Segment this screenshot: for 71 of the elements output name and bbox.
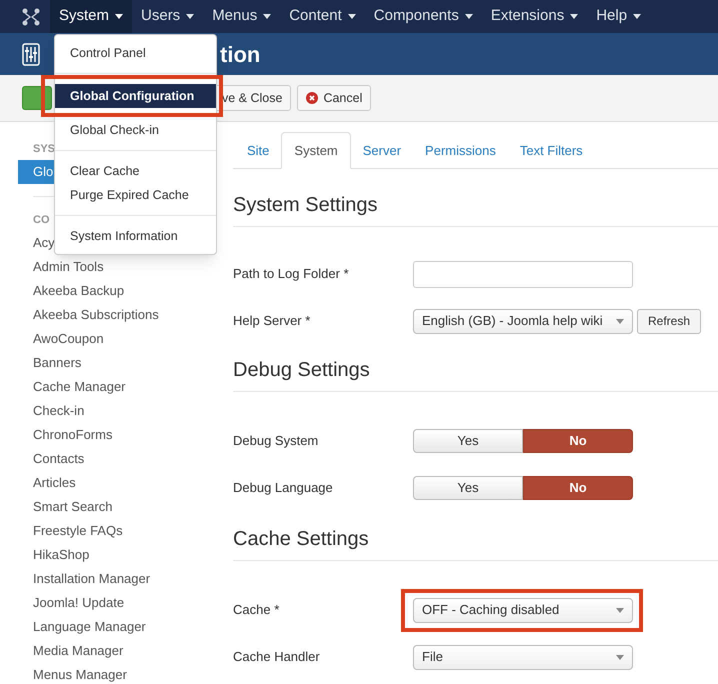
caret-icon <box>263 14 272 19</box>
select-field[interactable]: English (GB) - Joomla help wiki <box>413 308 633 334</box>
menu-item[interactable]: Help <box>587 0 650 33</box>
caret-icon <box>464 14 473 19</box>
dropdown-item[interactable]: Clear Cache <box>55 159 216 183</box>
menu-item[interactable]: Components <box>364 0 482 33</box>
sidebar-item[interactable]: Banners <box>18 351 96 375</box>
sidebar-item[interactable]: Installation Manager <box>18 567 166 591</box>
tab[interactable]: Server <box>350 132 414 169</box>
sidebar-item[interactable]: ChronoForms <box>18 423 128 447</box>
caret-icon <box>348 14 356 19</box>
menu-item[interactable]: System <box>50 0 132 33</box>
tab[interactable]: System <box>281 132 351 169</box>
cancel-button[interactable]: Cancel <box>297 85 372 111</box>
sidebar-item[interactable]: Articles <box>18 471 91 495</box>
section-heading: SYS <box>33 142 56 157</box>
caret-icon <box>633 14 642 19</box>
sidebar-item[interactable]: Contacts <box>18 447 100 471</box>
field-label: Debug Language <box>233 479 334 498</box>
caret-icon <box>186 14 194 19</box>
field-label: Help Server * <box>233 312 312 330</box>
sidebar-item[interactable]: Freestyle FAQs <box>18 519 138 543</box>
toggle-option[interactable]: No <box>523 476 633 500</box>
menu-item[interactable]: Menus <box>203 0 280 33</box>
field-label: Path to Log Folder * <box>233 265 350 284</box>
sliders-icon <box>22 42 40 66</box>
sidebar-item[interactable]: Menus Manager <box>18 663 142 684</box>
input-field[interactable] <box>413 260 633 288</box>
select-field[interactable]: OFF - Caching disabled <box>413 598 633 622</box>
logo-icon[interactable] <box>22 8 40 26</box>
toggle-option[interactable]: Yes <box>413 429 523 453</box>
tab[interactable]: Permissions <box>413 132 508 169</box>
caret-icon <box>115 14 124 19</box>
sidebar-item[interactable]: Check-in <box>18 399 100 423</box>
tab[interactable]: Site <box>235 132 282 169</box>
cancel-icon <box>306 92 318 104</box>
dropdown-item[interactable]: Purge Expired Cache <box>55 183 216 207</box>
field-label: Cache * <box>233 601 280 620</box>
section-title: System Settings <box>233 190 718 227</box>
sidebar-item[interactable]: HikaShop <box>18 543 104 567</box>
sidebar-item[interactable]: Media Manager <box>18 639 138 663</box>
refresh-button[interactable]: Refresh <box>637 308 702 334</box>
dropdown-arrow-icon <box>616 654 624 660</box>
section-title: Cache Settings <box>233 524 718 561</box>
menu-item[interactable]: Extensions <box>482 0 588 33</box>
section-heading: CO <box>33 212 50 228</box>
sidebar-item[interactable]: Smart Search <box>18 495 128 519</box>
field-label: Cache Handler <box>233 648 321 666</box>
tab[interactable]: Text Filters <box>508 132 595 169</box>
sidebar-item[interactable]: Language Manager <box>18 615 161 639</box>
page-title: tion <box>220 40 260 68</box>
dropdown-item[interactable]: Control Panel <box>55 41 216 65</box>
dropdown-item[interactable]: System Information <box>55 224 216 248</box>
caret-icon <box>570 14 578 19</box>
field-label: Debug System <box>233 432 320 450</box>
toggle-option[interactable]: Yes <box>413 476 523 500</box>
dropdown-arrow-icon <box>616 318 624 324</box>
sidebar-item[interactable]: Admin Tools <box>18 255 119 279</box>
sidebar-item[interactable]: Akeeba Backup <box>18 279 140 303</box>
select-field[interactable]: File <box>413 644 633 670</box>
sidebar-item[interactable]: AwoCoupon <box>18 327 119 351</box>
section-title: Debug Settings <box>233 355 718 392</box>
sidebar-item[interactable]: Akeeba Subscriptions <box>18 303 174 327</box>
dropdown-item[interactable]: Global Configuration <box>55 84 216 108</box>
dropdown-item[interactable]: Global Check-in <box>55 118 216 142</box>
menu-item[interactable]: Users <box>132 0 204 33</box>
toggle-option[interactable]: No <box>523 429 633 453</box>
sidebar-item[interactable]: Joomla! Update <box>18 591 140 615</box>
menu-item[interactable]: Content <box>280 0 365 33</box>
dropdown-arrow-icon <box>616 608 624 612</box>
sidebar-item[interactable]: Cache Manager <box>18 375 140 399</box>
